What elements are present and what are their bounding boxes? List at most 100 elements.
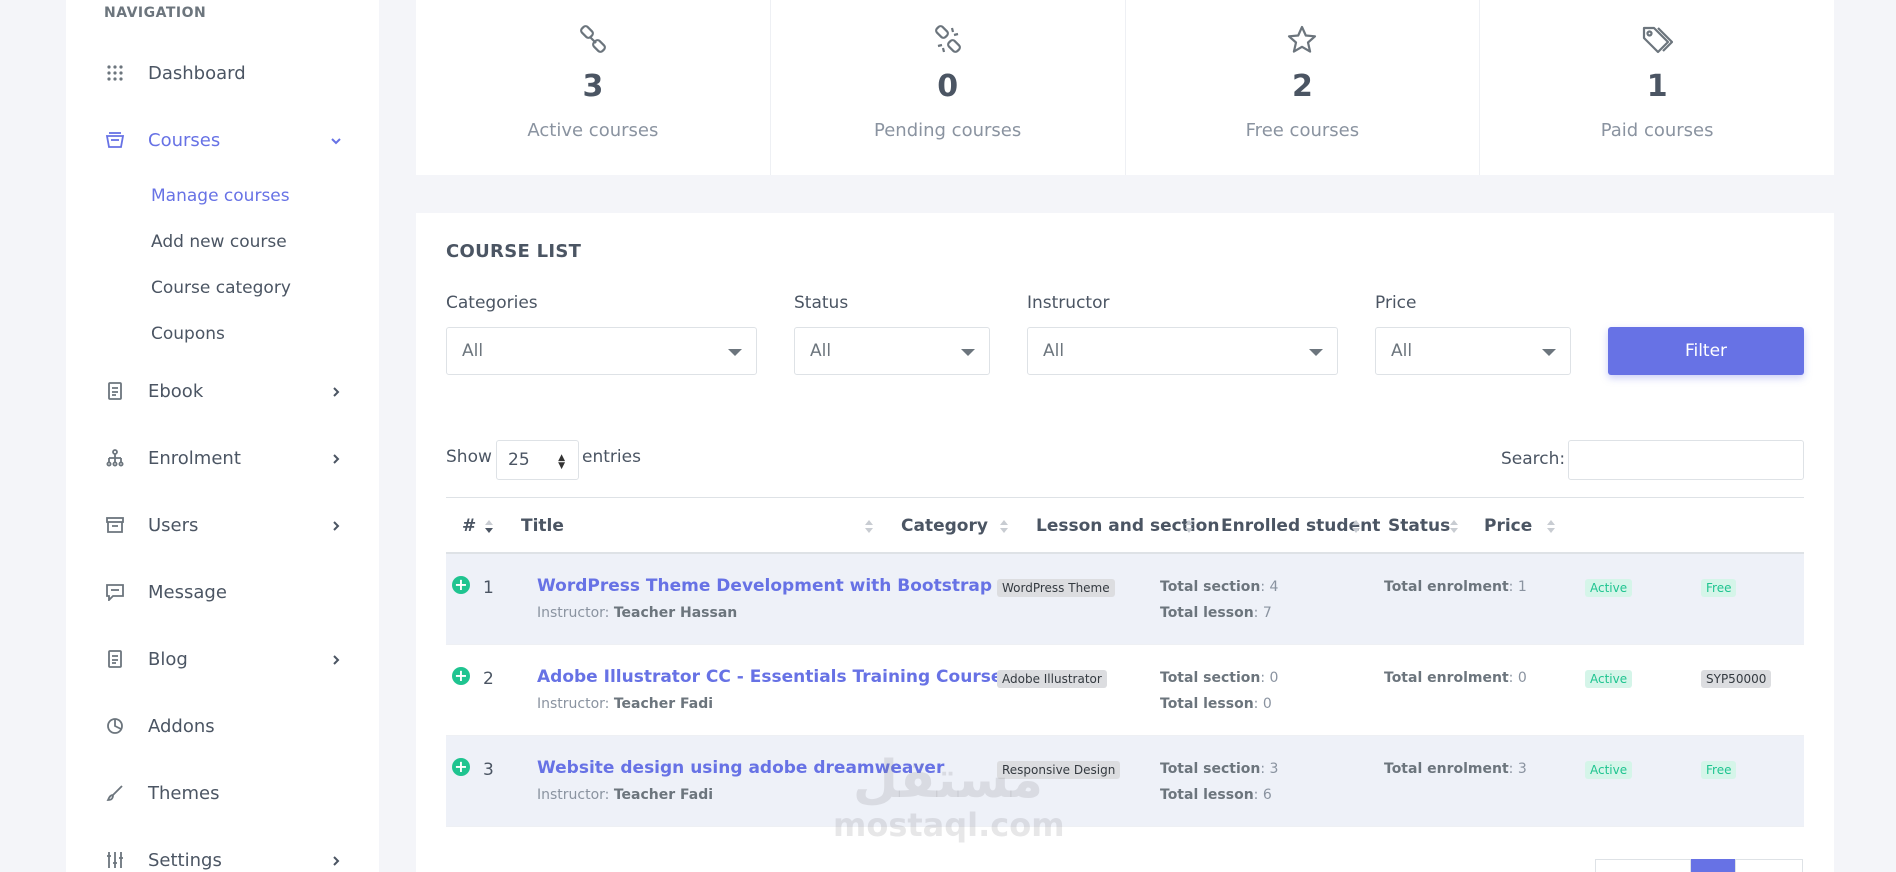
status-badge: Active bbox=[1585, 761, 1633, 779]
sidebar-item-enrolment[interactable]: Enrolment bbox=[104, 441, 342, 475]
unlink-icon bbox=[932, 24, 964, 60]
pagination-prev[interactable] bbox=[1595, 859, 1691, 872]
th-category[interactable]: Category bbox=[901, 516, 988, 536]
sidebar-item-ebook[interactable]: Ebook bbox=[104, 374, 342, 408]
table-row: + 2 Adobe Illustrator CC - Essentials Tr… bbox=[446, 645, 1804, 736]
stat-paid-courses: 1 Paid courses bbox=[1480, 0, 1834, 175]
sitemap-icon bbox=[104, 447, 126, 469]
th-title[interactable]: Title bbox=[521, 516, 564, 536]
caret-down-icon bbox=[961, 349, 975, 356]
select-value: All bbox=[1043, 341, 1065, 361]
sidebar-item-themes[interactable]: Themes bbox=[104, 776, 342, 810]
sub-item-course-category[interactable]: Course category bbox=[151, 278, 291, 298]
message-icon bbox=[104, 581, 126, 603]
stat-label: Free courses bbox=[1245, 120, 1360, 141]
sidebar-item-courses[interactable]: Courses bbox=[104, 123, 342, 157]
sidebar-item-label: Themes bbox=[148, 782, 220, 804]
stats-card: 3 Active courses 0 Pending courses 2 Fre… bbox=[416, 0, 1834, 175]
sidebar-item-label: Ebook bbox=[148, 380, 204, 402]
chevron-right-icon bbox=[330, 383, 342, 402]
sidebar-item-blog[interactable]: Blog bbox=[104, 642, 342, 676]
sub-item-manage-courses[interactable]: Manage courses bbox=[151, 186, 290, 206]
sub-item-coupons[interactable]: Coupons bbox=[151, 324, 225, 344]
category-badge: WordPress Theme bbox=[997, 579, 1115, 597]
sidebar-item-addons[interactable]: Addons bbox=[104, 709, 342, 743]
document-icon bbox=[104, 648, 126, 670]
select-value: All bbox=[810, 341, 832, 361]
grid-icon bbox=[104, 62, 126, 84]
course-title-link[interactable]: Website design using adobe dreamweaver bbox=[537, 758, 944, 778]
th-status[interactable]: Status bbox=[1388, 516, 1450, 536]
course-title-link[interactable]: Adobe Illustrator CC - Essentials Traini… bbox=[537, 667, 1002, 687]
expand-plus-icon[interactable]: + bbox=[452, 758, 470, 776]
course-title-link[interactable]: WordPress Theme Development with Bootstr… bbox=[537, 576, 992, 596]
total-enrolment: Total enrolment: 1 bbox=[1384, 579, 1527, 595]
instructor-select[interactable]: All bbox=[1027, 327, 1338, 375]
link-icon bbox=[577, 24, 609, 60]
total-enrolment: Total enrolment: 3 bbox=[1384, 761, 1527, 777]
sort-icon[interactable] bbox=[1351, 520, 1361, 534]
sort-icon[interactable] bbox=[484, 520, 494, 534]
book-icon bbox=[104, 380, 126, 402]
th-number[interactable]: # bbox=[462, 516, 476, 536]
sidebar-item-users[interactable]: Users bbox=[104, 508, 342, 542]
search-input[interactable] bbox=[1568, 440, 1804, 480]
nav-title: NAVIGATION bbox=[104, 5, 207, 21]
entries-length-select[interactable]: 25 ▲ ▼ bbox=[496, 440, 579, 480]
sidebar-item-message[interactable]: Message bbox=[104, 575, 342, 609]
sidebar-item-label: Dashboard bbox=[148, 62, 246, 84]
sidebar-item-label: Blog bbox=[148, 648, 188, 670]
row-number: 2 bbox=[483, 669, 494, 689]
sidebar-item-label: Enrolment bbox=[148, 447, 241, 469]
expand-plus-icon[interactable]: + bbox=[452, 667, 470, 685]
categories-select[interactable]: All bbox=[446, 327, 757, 375]
select-value: All bbox=[462, 341, 484, 361]
stat-value: 3 bbox=[582, 69, 604, 104]
chevron-right-icon bbox=[330, 450, 342, 469]
sidebar-item-label: Courses bbox=[148, 129, 221, 151]
status-select[interactable]: All bbox=[794, 327, 990, 375]
filter-label-categories: Categories bbox=[446, 293, 538, 313]
addon-icon bbox=[104, 715, 126, 737]
row-number: 1 bbox=[483, 578, 494, 598]
table-row: + 1 WordPress Theme Development with Boo… bbox=[446, 554, 1804, 645]
sort-icon[interactable] bbox=[1184, 520, 1194, 534]
sort-icon[interactable] bbox=[1449, 520, 1459, 534]
caret-down-icon bbox=[1542, 349, 1556, 356]
sliders-icon bbox=[104, 849, 126, 871]
stat-value: 2 bbox=[1291, 69, 1313, 104]
stat-label: Pending courses bbox=[874, 120, 1022, 141]
pagination-next[interactable] bbox=[1735, 859, 1803, 872]
pagination-current[interactable] bbox=[1691, 859, 1735, 872]
price-badge: Free bbox=[1701, 761, 1737, 779]
th-price[interactable]: Price bbox=[1484, 516, 1532, 536]
sort-icon[interactable] bbox=[999, 520, 1009, 534]
stat-active-courses: 3 Active courses bbox=[416, 0, 771, 175]
price-select[interactable]: All bbox=[1375, 327, 1571, 375]
sidebar-item-label: Message bbox=[148, 581, 227, 603]
sidebar-item-label: Users bbox=[148, 514, 199, 536]
total-section: Total section: 3 bbox=[1160, 761, 1279, 777]
sidebar-item-dashboard[interactable]: Dashboard bbox=[104, 56, 342, 90]
sidebar: NAVIGATION Dashboard Courses Manage cour… bbox=[66, 0, 379, 872]
category-badge: Responsive Design bbox=[997, 761, 1121, 779]
filter-label-status: Status bbox=[794, 293, 849, 313]
sidebar-item-label: Addons bbox=[148, 715, 215, 737]
expand-plus-icon[interactable]: + bbox=[452, 576, 470, 594]
sidebar-item-label: Settings bbox=[148, 849, 222, 871]
sort-icon[interactable] bbox=[864, 520, 874, 534]
sidebar-item-settings[interactable]: Settings bbox=[104, 843, 342, 872]
select-value: All bbox=[1391, 341, 1413, 361]
filter-label-price: Price bbox=[1375, 293, 1417, 313]
filter-button[interactable]: Filter bbox=[1608, 327, 1804, 375]
table-header: # Title Category Lesson and section Enro… bbox=[446, 497, 1804, 554]
archive-icon bbox=[104, 514, 126, 536]
sort-icon[interactable] bbox=[1546, 520, 1556, 534]
chevron-right-icon bbox=[330, 852, 342, 871]
sub-item-add-new-course[interactable]: Add new course bbox=[151, 232, 287, 252]
total-lesson: Total lesson: 6 bbox=[1160, 787, 1272, 803]
stat-label: Active courses bbox=[527, 120, 659, 141]
select-value: 25 bbox=[508, 450, 530, 470]
updown-icon: ▲ ▼ bbox=[558, 453, 565, 471]
instructor: Instructor: Teacher Fadi bbox=[537, 696, 714, 712]
